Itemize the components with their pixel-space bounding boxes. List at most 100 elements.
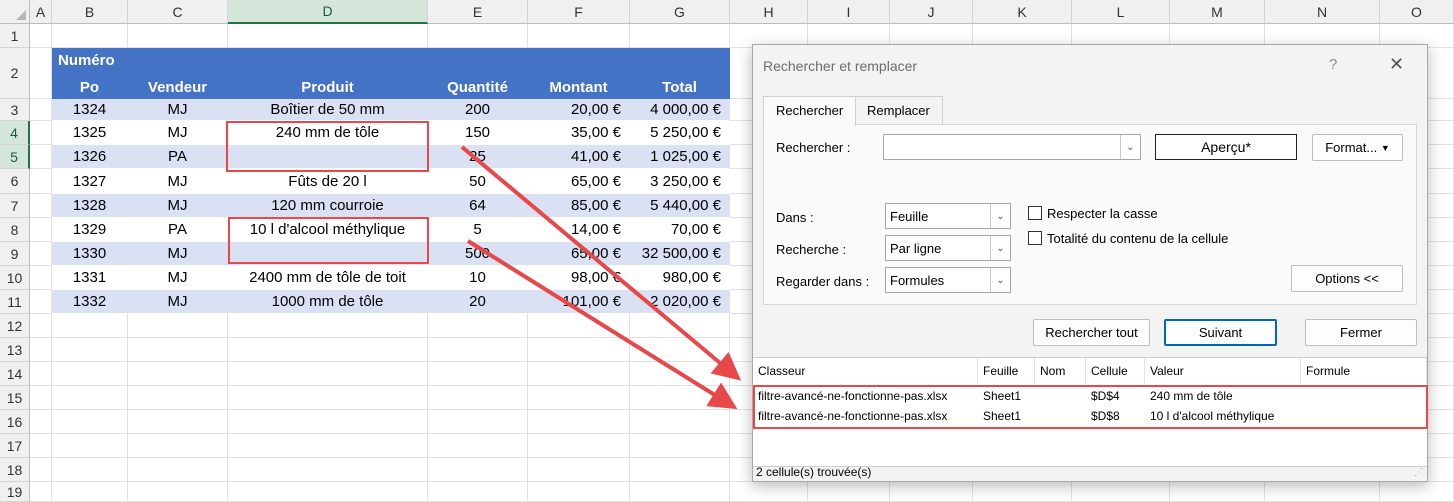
cell[interactable] — [630, 410, 730, 434]
cell[interactable] — [30, 218, 52, 242]
row-header-17[interactable]: 17 — [0, 434, 30, 458]
results-row-cell[interactable] — [1301, 386, 1427, 406]
row-header-19[interactable]: 19 — [0, 482, 30, 502]
select-all-corner[interactable] — [0, 0, 30, 24]
header-cell[interactable]: Montant — [528, 48, 630, 99]
find-input[interactable]: ⌄ — [883, 134, 1141, 160]
row-header-2[interactable]: 2 — [0, 48, 30, 99]
table-cell[interactable]: Boîtier de 50 mm — [228, 99, 428, 121]
table-cell[interactable]: 1331 — [52, 266, 128, 290]
cell[interactable] — [528, 434, 630, 458]
cell[interactable] — [528, 314, 630, 338]
cell[interactable] — [30, 48, 52, 99]
table-cell[interactable]: MJ — [128, 242, 228, 266]
table-cell[interactable]: 5 440,00 € — [630, 194, 730, 218]
close-button[interactable]: Fermer — [1305, 319, 1417, 346]
table-cell[interactable]: PA — [128, 145, 228, 169]
table-cell[interactable]: 2 020,00 € — [630, 290, 730, 314]
help-button[interactable]: ? — [1329, 56, 1337, 73]
table-cell[interactable]: 1329 — [52, 218, 128, 242]
results-row-cell[interactable] — [1035, 386, 1086, 406]
cell[interactable] — [228, 410, 428, 434]
results-row-cell[interactable] — [1035, 406, 1086, 426]
chevron-down-icon[interactable]: ⌄ — [990, 268, 1010, 292]
row-header-12[interactable]: 12 — [0, 314, 30, 338]
cell[interactable] — [973, 482, 1072, 502]
cell[interactable] — [52, 434, 128, 458]
header-cell[interactable]: Vendeur — [128, 48, 228, 99]
cell[interactable] — [30, 362, 52, 386]
cell[interactable] — [52, 482, 128, 502]
cell[interactable] — [528, 24, 630, 48]
cell[interactable] — [30, 314, 52, 338]
cell[interactable] — [428, 314, 528, 338]
column-header-D[interactable]: D — [228, 0, 428, 24]
cell[interactable] — [1380, 482, 1454, 502]
column-header-I[interactable]: I — [808, 0, 890, 24]
cell[interactable] — [52, 386, 128, 410]
cell[interactable] — [630, 314, 730, 338]
options-button[interactable]: Options << — [1291, 265, 1403, 292]
cell[interactable] — [128, 314, 228, 338]
cell[interactable] — [528, 482, 630, 502]
cell[interactable] — [52, 338, 128, 362]
column-header-K[interactable]: K — [973, 0, 1072, 24]
table-cell[interactable]: 14,00 € — [528, 218, 630, 242]
column-header-B[interactable]: B — [52, 0, 128, 24]
cell[interactable] — [228, 362, 428, 386]
cell[interactable] — [128, 410, 228, 434]
table-cell[interactable]: 1326 — [52, 145, 128, 169]
cell[interactable] — [228, 434, 428, 458]
results-row-cell[interactable] — [1301, 406, 1427, 426]
chevron-down-icon[interactable]: ⌄ — [990, 236, 1010, 260]
column-header-F[interactable]: F — [528, 0, 630, 24]
cell[interactable] — [52, 410, 128, 434]
row-header-10[interactable]: 10 — [0, 266, 30, 290]
results-column-header[interactable]: Formule — [1301, 358, 1427, 384]
table-cell[interactable]: 65,00 € — [528, 242, 630, 266]
cell[interactable] — [528, 458, 630, 482]
column-header-L[interactable]: L — [1072, 0, 1170, 24]
table-cell[interactable]: 70,00 € — [630, 218, 730, 242]
table-cell[interactable]: 200 — [428, 99, 528, 121]
results-row-cell[interactable]: filtre-avancé-ne-fonctionne-pas.xlsx — [753, 386, 978, 406]
table-cell[interactable]: 1000 mm de tôle — [228, 290, 428, 314]
table-cell[interactable]: 120 mm courroie — [228, 194, 428, 218]
row-header-15[interactable]: 15 — [0, 386, 30, 410]
table-cell[interactable]: MJ — [128, 169, 228, 194]
close-icon[interactable]: ✕ — [1389, 54, 1404, 75]
lookin-select[interactable]: Formules ⌄ — [885, 267, 1011, 293]
cell[interactable] — [30, 266, 52, 290]
row-header-3[interactable]: 3 — [0, 99, 30, 121]
row-header-9[interactable]: 9 — [0, 242, 30, 266]
cell[interactable] — [30, 338, 52, 362]
column-header-N[interactable]: N — [1265, 0, 1380, 24]
cell[interactable] — [128, 362, 228, 386]
cell[interactable] — [228, 314, 428, 338]
cell[interactable] — [30, 458, 52, 482]
cell[interactable] — [30, 99, 52, 121]
column-header-M[interactable]: M — [1170, 0, 1265, 24]
results-list[interactable]: Classeur Feuille Nom Cellule Valeur Formule f… — [753, 357, 1427, 467]
cell[interactable] — [1170, 482, 1265, 502]
cell[interactable] — [30, 386, 52, 410]
table-cell[interactable]: Fûts de 20 l — [228, 169, 428, 194]
cell[interactable] — [808, 482, 890, 502]
cell[interactable] — [52, 24, 128, 48]
tab-remplacer[interactable]: Remplacer — [854, 96, 943, 125]
table-cell[interactable]: 1 025,00 € — [630, 145, 730, 169]
results-row-cell[interactable]: 240 mm de tôle — [1145, 386, 1301, 406]
cell[interactable] — [428, 458, 528, 482]
cell[interactable] — [30, 410, 52, 434]
table-cell[interactable]: 4 000,00 € — [630, 99, 730, 121]
cell[interactable] — [52, 458, 128, 482]
table-cell[interactable]: 65,00 € — [528, 169, 630, 194]
cell[interactable] — [228, 482, 428, 502]
cell[interactable] — [528, 410, 630, 434]
table-cell[interactable]: 64 — [428, 194, 528, 218]
cell[interactable] — [630, 338, 730, 362]
table-cell[interactable]: MJ — [128, 99, 228, 121]
match-case-checkbox[interactable] — [1028, 206, 1042, 220]
table-cell[interactable]: 1325 — [52, 121, 128, 145]
column-header-E[interactable]: E — [428, 0, 528, 24]
